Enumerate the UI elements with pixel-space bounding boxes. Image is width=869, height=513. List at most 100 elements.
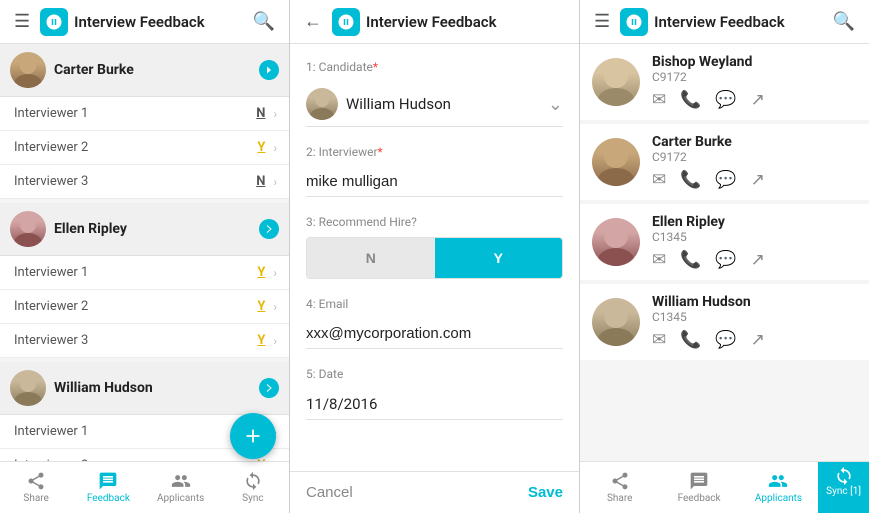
interviewer-row-carter-1[interactable]: Interviewer 1 N › <box>0 97 289 131</box>
nav-item-sync-left[interactable]: Sync <box>217 462 289 513</box>
right-panel: ☰ Interview Feedback 🔍 Bishop Weyland C9… <box>580 0 869 513</box>
phone-icon[interactable]: 📞 <box>680 90 701 110</box>
contact-info-carter: Carter Burke C9172 ✉ 📞 💬 ↗ <box>652 134 857 190</box>
contact-info-ellen-right: Ellen Ripley C1345 ✉ 📞 💬 ↗ <box>652 214 857 270</box>
interviewer-value-carter-3: N <box>256 174 265 189</box>
hamburger-icon: ☰ <box>14 11 30 32</box>
contact-name-carter-right: Carter Burke <box>652 134 857 150</box>
toggle-n-button[interactable]: N <box>307 238 435 278</box>
sync-icon-right <box>834 466 854 486</box>
avatar-carter-right <box>592 138 640 186</box>
email-icon[interactable]: ✉ <box>652 250 666 270</box>
candidate-select-name: William Hudson <box>346 95 548 113</box>
share-icon <box>26 471 46 491</box>
contact-name-william-right: William Hudson <box>652 294 857 310</box>
nav-item-applicants-right[interactable]: Applicants <box>739 462 818 513</box>
nav-item-share-left[interactable]: Share <box>0 462 72 513</box>
back-button[interactable]: ← <box>300 7 326 36</box>
interviewer-label-carter-1: Interviewer 1 <box>14 106 256 121</box>
candidate-name-carter: Carter Burke <box>54 62 253 78</box>
interviewer-row-carter-2[interactable]: Interviewer 2 Y › <box>0 131 289 165</box>
fab-button[interactable] <box>230 413 276 459</box>
interviewer-row-ellen-1[interactable]: Interviewer 1 Y › <box>0 256 289 290</box>
nav-label-applicants-right: Applicants <box>755 493 802 504</box>
right-bottom-nav: Share Feedback Applicants Sync [1] <box>580 461 869 513</box>
avatar-ellen-right <box>592 218 640 266</box>
chat-icon[interactable]: 💬 <box>715 250 736 270</box>
dropdown-arrow-icon: ⌄ <box>548 94 563 115</box>
phone-icon[interactable]: 📞 <box>680 330 701 350</box>
sync-icon <box>243 471 263 491</box>
phone-icon[interactable]: 📞 <box>680 250 701 270</box>
chevron-icon: › <box>273 175 277 189</box>
chevron-icon: › <box>273 141 277 155</box>
share-ext-icon[interactable]: ↗ <box>751 330 765 350</box>
chat-icon[interactable]: 💬 <box>715 330 736 350</box>
label-date: 5: Date <box>306 367 563 381</box>
interviewer-value-carter-1: N <box>256 106 265 121</box>
contact-list: Bishop Weyland C9172 ✉ 📞 💬 ↗ Carter Burk… <box>580 44 869 461</box>
contact-actions-william: ✉ 📞 💬 ↗ <box>652 330 857 350</box>
interviewer-input[interactable] <box>306 167 563 197</box>
phone-icon[interactable]: 📞 <box>680 170 701 190</box>
interviewer-row-carter-3[interactable]: Interviewer 3 N › <box>0 165 289 199</box>
share-ext-icon[interactable]: ↗ <box>751 250 765 270</box>
chevron-icon: › <box>273 266 277 280</box>
left-scroll-area: Carter Burke Interviewer 1 N › Interview… <box>0 44 289 461</box>
nav-item-applicants-left[interactable]: Applicants <box>145 462 217 513</box>
contact-item-bishop: Bishop Weyland C9172 ✉ 📞 💬 ↗ <box>580 44 869 120</box>
right-search-button[interactable]: 🔍 <box>829 7 859 36</box>
chat-icon[interactable]: 💬 <box>715 90 736 110</box>
app-icon-right <box>620 8 648 36</box>
feedback-icon-right <box>689 471 709 491</box>
candidate-arrow-carter[interactable] <box>259 60 279 80</box>
email-icon[interactable]: ✉ <box>652 90 666 110</box>
chevron-icon: › <box>273 107 277 121</box>
cancel-button[interactable]: Cancel <box>306 484 353 501</box>
email-icon[interactable]: ✉ <box>652 170 666 190</box>
label-candidate: 1: Candidate* <box>306 60 563 74</box>
avatar-bishop <box>592 58 640 106</box>
interviewer-value-ellen-1: Y <box>257 265 265 280</box>
nav-label-share-left: Share <box>23 493 48 504</box>
right-hamburger-icon: ☰ <box>594 11 610 32</box>
contact-item-carter: Carter Burke C9172 ✉ 📞 💬 ↗ <box>580 124 869 200</box>
interviewer-label-ellen-3: Interviewer 3 <box>14 333 257 348</box>
candidate-arrow-william[interactable] <box>259 378 279 398</box>
share-ext-icon[interactable]: ↗ <box>751 90 765 110</box>
interviewer-row-ellen-2[interactable]: Interviewer 2 Y › <box>0 290 289 324</box>
nav-item-share-right[interactable]: Share <box>580 462 659 513</box>
email-input[interactable] <box>306 319 563 349</box>
contact-name-bishop: Bishop Weyland <box>652 54 857 70</box>
app-icon-middle <box>332 8 360 36</box>
hamburger-button[interactable]: ☰ <box>10 7 34 36</box>
form-area: 1: Candidate* William Hudson ⌄ 2: Interv… <box>290 44 579 471</box>
candidate-header-carter: Carter Burke <box>0 44 289 97</box>
label-recommend: 3: Recommend Hire? <box>306 215 563 229</box>
share-ext-icon[interactable]: ↗ <box>751 170 765 190</box>
right-title: Interview Feedback <box>654 13 828 31</box>
candidate-select[interactable]: William Hudson ⌄ <box>306 82 563 127</box>
nav-item-feedback-right[interactable]: Feedback <box>659 462 738 513</box>
date-value[interactable]: 11/8/2016 <box>306 389 563 420</box>
label-interviewer: 2: Interviewer* <box>306 145 563 159</box>
search-button[interactable]: 🔍 <box>249 7 279 36</box>
label-email: 4: Email <box>306 297 563 311</box>
candidate-section-carter: Carter Burke Interviewer 1 N › Interview… <box>0 44 289 199</box>
candidate-name-william: William Hudson <box>54 380 253 396</box>
candidate-arrow-ellen[interactable] <box>259 219 279 239</box>
toggle-y-button[interactable]: Y <box>435 238 563 278</box>
save-button[interactable]: Save <box>528 484 563 501</box>
nav-item-sync-right[interactable]: Sync [1] <box>818 462 869 513</box>
middle-top-bar: ← Interview Feedback <box>290 0 579 44</box>
avatar-william-right <box>592 298 640 346</box>
interviewer-value-ellen-3: Y <box>257 333 265 348</box>
interviewer-label-carter-2: Interviewer 2 <box>14 140 257 155</box>
interviewer-row-ellen-3[interactable]: Interviewer 3 Y › <box>0 324 289 358</box>
left-title: Interview Feedback <box>74 13 248 31</box>
chat-icon[interactable]: 💬 <box>715 170 736 190</box>
right-hamburger-button[interactable]: ☰ <box>590 7 614 36</box>
email-icon[interactable]: ✉ <box>652 330 666 350</box>
nav-item-feedback-left[interactable]: Feedback <box>72 462 144 513</box>
contact-id-william-right: C1345 <box>652 310 857 324</box>
